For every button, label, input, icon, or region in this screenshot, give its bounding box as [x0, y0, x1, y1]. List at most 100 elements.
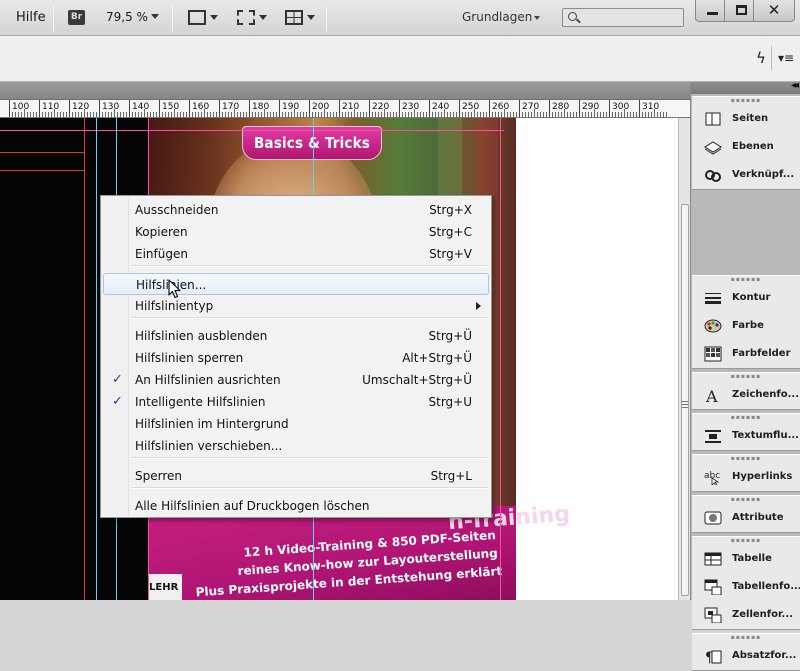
horizontal-ruler[interactable]: 100 110 120 130 140 150 160 170 180 190 200 210 220 2…	[0, 100, 690, 118]
collapse-dock-icon[interactable]: ◂◂	[791, 80, 799, 91]
panel-menu-icon[interactable]: ▾≡	[778, 51, 794, 65]
menu-item-intelligente-hilfslinien[interactable]: ✓ Intelligente Hilfslinien Strg+U	[103, 391, 489, 413]
ruler-tick-label: 230	[402, 102, 420, 112]
menu-item-kopieren[interactable]: Kopieren Strg+C	[103, 221, 489, 243]
ruler-minor-tick	[645, 112, 646, 117]
ruler-minor-tick	[468, 112, 469, 117]
close-button[interactable]: ✕	[753, 0, 795, 22]
ruler-minor-tick	[507, 112, 508, 117]
guide-line[interactable]	[148, 130, 504, 131]
panel-grip-icon[interactable]: ▪▪▪▪▪▪	[692, 97, 800, 105]
zoom-level-field[interactable]: 79,5 %	[106, 10, 148, 24]
ruler-minor-tick	[498, 112, 499, 117]
menu-item-hilfslinien[interactable]: Hilfslinien...	[103, 273, 489, 295]
guide-line[interactable]	[500, 118, 501, 600]
panel-grip-icon[interactable]: ▪▪▪▪▪▪	[692, 537, 800, 545]
ruler-minor-tick	[303, 112, 304, 117]
dock-panel-group: ▪▪▪▪▪▪ Attribute	[692, 495, 800, 533]
panel-button-textumflu[interactable]: Textumflu...	[692, 422, 800, 450]
panel-grip-icon[interactable]: ▪▪▪▪▪▪	[692, 414, 800, 422]
panel-grip-icon[interactable]: ▪▪▪▪▪▪	[692, 496, 800, 504]
menu-item-hilfslinien-im-hintergrund[interactable]: Hilfslinien im Hintergrund	[103, 413, 489, 435]
ruler-minor-tick	[561, 112, 562, 117]
workspace-dropdown-icon[interactable]	[534, 16, 540, 20]
ruler-minor-tick	[333, 112, 334, 117]
guide-line[interactable]	[96, 118, 97, 600]
panel-grip-icon[interactable]: ▪▪▪▪▪▪	[692, 276, 800, 284]
menu-item-ausschneiden[interactable]: Ausschneiden Strg+X	[103, 199, 489, 221]
ruler-minor-tick	[606, 112, 607, 117]
panel-button-verknüpf[interactable]: Verknüpf...	[692, 161, 800, 189]
ruler-minor-tick	[516, 112, 517, 117]
menu-item-einfügen[interactable]: Einfügen Strg+V	[103, 243, 489, 265]
ruler-minor-tick	[318, 112, 319, 117]
menu-item-an-hilfslinien-ausrichten[interactable]: ✓ An Hilfslinien ausrichten Umschalt+Strg+…	[103, 369, 489, 391]
ruler-minor-tick	[63, 112, 64, 117]
zoom-dropdown-icon[interactable]	[151, 14, 159, 19]
document-tab-strip	[0, 82, 690, 100]
toolbar-separator	[326, 5, 327, 31]
panel-grip-icon[interactable]: ▪▪▪▪▪▪	[692, 634, 800, 642]
menu-item-hilfslinien-ausblenden[interactable]: Hilfslinien ausblenden Strg+Ü	[103, 325, 489, 347]
ruler-minor-tick	[375, 112, 376, 117]
panel-button-tabelle[interactable]: Tabelle	[692, 545, 800, 573]
panel-button-label: Verknüpf...	[732, 169, 795, 180]
ruler-minor-tick	[618, 112, 619, 117]
panel-button-farbfelder[interactable]: Farbfelder	[692, 340, 800, 368]
search-input[interactable]	[583, 10, 681, 25]
ruler-minor-tick	[138, 112, 139, 117]
ruler-minor-tick	[270, 112, 271, 117]
ruler-minor-tick	[75, 112, 76, 117]
ruler-minor-tick	[435, 112, 436, 117]
menu-item-alle-hilfslinien-auf-druckbogen-löschen[interactable]: Alle Hilfslinien auf Druckbogen löschen	[103, 495, 489, 517]
ruler-minor-tick	[234, 109, 235, 117]
ruler-tick-label: 160	[192, 102, 210, 112]
ruler-minor-tick	[525, 112, 526, 117]
panel-button-tabellenfo[interactable]: Tabellenfo...	[692, 573, 800, 601]
workspace-switcher[interactable]: Grundlagen	[462, 10, 532, 24]
vertical-scrollbar[interactable]	[678, 118, 690, 600]
scrollbar-grip-icon	[682, 401, 688, 408]
search-box[interactable]	[562, 8, 684, 27]
panel-grip-icon[interactable]: ▪▪▪▪▪▪	[692, 455, 800, 463]
menu-item-hilfslinien-verschieben[interactable]: Hilfslinien verschieben...	[103, 435, 489, 457]
guide-line[interactable]	[0, 130, 148, 131]
guide-line[interactable]	[0, 152, 84, 153]
panel-button-hyperlinks[interactable]: abc Hyperlinks	[692, 463, 800, 491]
panel-button-seiten[interactable]: Seiten	[692, 105, 800, 133]
menu-help[interactable]: Hilfe	[16, 10, 46, 25]
ruler-minor-tick	[225, 112, 226, 117]
ruler-minor-tick	[486, 112, 487, 117]
ruler-major-tick	[249, 100, 250, 117]
panel-button-zellenfor[interactable]: Zellenfor...	[692, 601, 800, 629]
menu-item-hilfslinien-sperren[interactable]: Hilfslinien sperren Alt+Strg+Ü	[103, 347, 489, 369]
panel-grip-icon[interactable]: ▪▪▪▪▪▪	[692, 373, 800, 381]
menu-separator	[131, 487, 487, 489]
scrollbar-thumb[interactable]	[681, 204, 689, 596]
ruler-minor-tick	[153, 112, 154, 117]
ruler-tick-label: 220	[372, 102, 390, 112]
guide-line[interactable]	[84, 118, 85, 600]
panel-button-kontur[interactable]: Kontur	[692, 284, 800, 312]
panel-button-farbe[interactable]: Farbe	[692, 312, 800, 340]
panel-button-absatzfor[interactable]: ¶ Absatzfor...	[692, 642, 800, 670]
ruler-minor-tick	[540, 112, 541, 117]
dock-panel-group: ▪▪▪▪▪▪ Textumflu...	[692, 413, 800, 451]
menu-item-sperren[interactable]: Sperren Strg+L	[103, 465, 489, 487]
control-panel: ϟ ▾≡	[0, 36, 800, 82]
panel-button-zeichenfo[interactable]: A Zeichenfo...	[692, 381, 800, 409]
ruler-minor-tick	[591, 112, 592, 117]
guide-line[interactable]	[0, 170, 84, 171]
panel-button-ebenen[interactable]: Ebenen	[692, 133, 800, 161]
ruler-minor-tick	[327, 112, 328, 117]
ruler-minor-tick	[213, 112, 214, 117]
panel-button-label: Farbfelder	[732, 348, 791, 359]
panel-button-attribute[interactable]: Attribute	[692, 504, 800, 532]
bridge-button[interactable]: Br	[68, 10, 85, 25]
ruler-minor-tick	[633, 112, 634, 117]
ruler-major-tick	[339, 100, 340, 117]
ruler-minor-tick	[471, 112, 472, 117]
quick-apply-icon[interactable]: ϟ	[756, 49, 766, 67]
menu-item-hilfslinientyp[interactable]: Hilfslinientyp	[103, 295, 489, 317]
ruler-minor-tick	[615, 112, 616, 117]
